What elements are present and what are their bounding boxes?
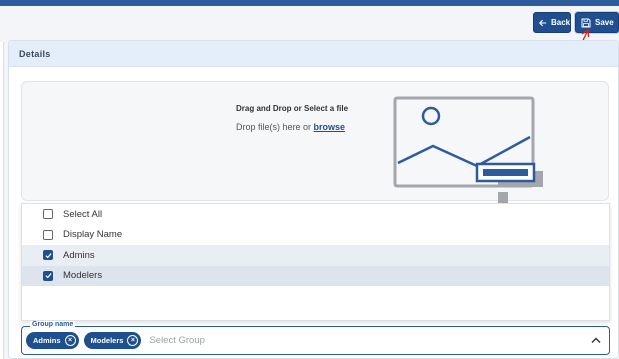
option-label: Display Name — [63, 229, 123, 241]
chip-modelers: Modelers × — [83, 332, 142, 349]
chevron-up-icon[interactable] — [591, 336, 601, 344]
chip-admins: Admins × — [26, 332, 79, 349]
chip-label: Admins — [33, 336, 61, 345]
option-admins[interactable]: Admins — [22, 245, 609, 266]
option-label: Modelers — [63, 270, 103, 282]
dropzone-subtitle-text: Drop file(s) here or — [236, 122, 312, 132]
remove-chip-icon[interactable]: × — [64, 335, 76, 346]
option-modelers[interactable]: Modelers — [22, 265, 609, 286]
dropzone-subtitle: Drop file(s) here or browse — [236, 122, 345, 132]
option-display-name[interactable]: Display Name — [22, 225, 609, 246]
dropzone-title: Drag and Drop or Select a file — [236, 104, 349, 113]
checkbox-checked-icon[interactable] — [43, 270, 53, 281]
left-sidebar-edge — [0, 42, 4, 359]
option-select-all[interactable]: Select All — [22, 204, 609, 225]
option-label: Admins — [63, 249, 95, 261]
save-button-label: Save — [595, 18, 614, 27]
checkbox-unchecked-icon[interactable] — [43, 209, 53, 220]
checkbox-unchecked-icon[interactable] — [43, 229, 53, 240]
chip-label: Modelers — [90, 336, 124, 345]
browse-link[interactable]: browse — [314, 122, 346, 132]
arrow-left-icon — [539, 19, 547, 26]
option-label: Select All — [63, 208, 103, 220]
group-select-field[interactable]: Group name Admins × Modelers × Select Gr… — [21, 321, 610, 355]
image-placeholder-icon — [393, 96, 543, 204]
group-select-placeholder: Select Group — [149, 335, 205, 346]
group-options-dropdown: Select All Display Name Admins Modelers — [21, 203, 610, 321]
details-header: Details — [9, 41, 618, 67]
top-accent-bar — [0, 0, 619, 6]
back-button-label: Back — [551, 18, 571, 27]
remove-chip-icon[interactable]: × — [127, 335, 139, 346]
back-button[interactable]: Back — [533, 12, 571, 33]
checkbox-checked-icon[interactable] — [43, 250, 53, 261]
group-field-label: Group name — [30, 321, 76, 329]
